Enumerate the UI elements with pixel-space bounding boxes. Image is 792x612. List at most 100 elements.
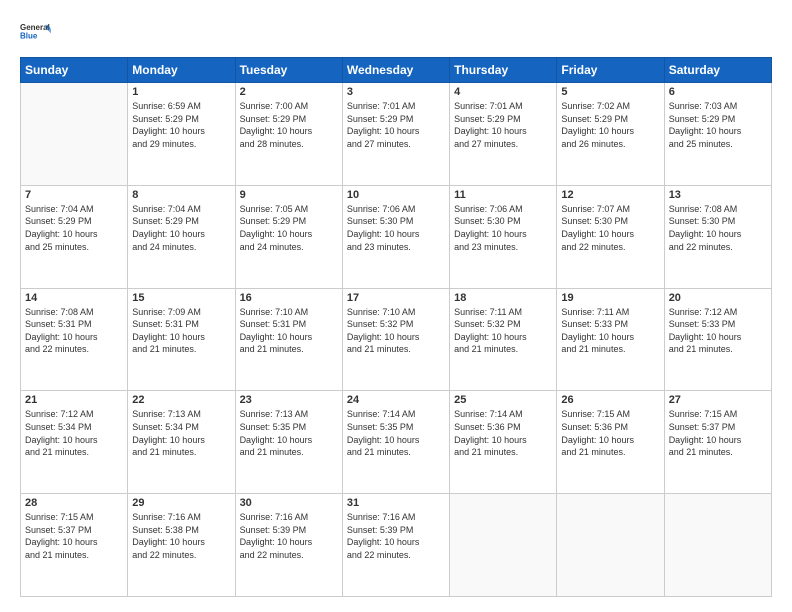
- day-cell: 8 Sunrise: 7:04 AMSunset: 5:29 PMDaylight…: [128, 185, 235, 288]
- day-info: Sunrise: 7:14 AMSunset: 5:35 PMDaylight:…: [347, 408, 445, 458]
- day-cell: 29Sunrise: 7:16 AMSunset: 5:38 PMDayligh…: [128, 494, 235, 597]
- day-cell: 20 Sunrise: 7:12 AMSunset: 5:33 PMDayligh…: [664, 288, 771, 391]
- day-cell: 22Sunrise: 7:13 AMSunset: 5:34 PMDayligh…: [128, 391, 235, 494]
- day-cell: 9Sunrise: 7:05 AMSunset: 5:29 PMDaylight…: [235, 185, 342, 288]
- day-info: Sunrise: 7:10 AMSunset: 5:31 PMDaylight:…: [240, 306, 338, 356]
- day-cell: 16Sunrise: 7:10 AMSunset: 5:31 PMDayligh…: [235, 288, 342, 391]
- week-row-3: 21Sunrise: 7:12 AMSunset: 5:34 PMDayligh…: [21, 391, 772, 494]
- day-cell: 13 Sunrise: 7:08 AMSunset: 5:30 PMDayligh…: [664, 185, 771, 288]
- logo: General Blue: [20, 15, 52, 47]
- day-number: 24: [347, 394, 445, 406]
- day-number: 20: [669, 292, 767, 304]
- day-cell: 15 Sunrise: 7:09 AMSunset: 5:31 PMDayligh…: [128, 288, 235, 391]
- header-wednesday: Wednesday: [342, 58, 449, 83]
- day-cell: 26 Sunrise: 7:15 AMSunset: 5:36 PMDayligh…: [557, 391, 664, 494]
- day-cell: 23 Sunrise: 7:13 AMSunset: 5:35 PMDayligh…: [235, 391, 342, 494]
- day-cell: [557, 494, 664, 597]
- day-cell: 2Sunrise: 7:00 AMSunset: 5:29 PMDaylight…: [235, 83, 342, 186]
- day-cell: 21Sunrise: 7:12 AMSunset: 5:34 PMDayligh…: [21, 391, 128, 494]
- logo-svg: General Blue: [20, 15, 52, 47]
- day-cell: 4 Sunrise: 7:01 AMSunset: 5:29 PMDaylight…: [450, 83, 557, 186]
- day-cell: 11 Sunrise: 7:06 AMSunset: 5:30 PMDayligh…: [450, 185, 557, 288]
- day-number: 28: [25, 497, 123, 509]
- day-info: Sunrise: 7:15 AMSunset: 5:36 PMDaylight:…: [561, 408, 659, 458]
- day-number: 25: [454, 394, 552, 406]
- day-info: Sunrise: 7:12 AMSunset: 5:34 PMDaylight:…: [25, 408, 123, 458]
- day-cell: 3 Sunrise: 7:01 AMSunset: 5:29 PMDaylight…: [342, 83, 449, 186]
- day-number: 15: [132, 292, 230, 304]
- day-number: 30: [240, 497, 338, 509]
- day-cell: 7Sunrise: 7:04 AMSunset: 5:29 PMDaylight…: [21, 185, 128, 288]
- day-number: 6: [669, 86, 767, 98]
- day-cell: 31Sunrise: 7:16 AMSunset: 5:39 PMDayligh…: [342, 494, 449, 597]
- day-info: Sunrise: 7:06 AMSunset: 5:30 PMDaylight:…: [454, 203, 552, 253]
- header-friday: Friday: [557, 58, 664, 83]
- day-cell: 25 Sunrise: 7:14 AMSunset: 5:36 PMDayligh…: [450, 391, 557, 494]
- calendar-header-row: SundayMondayTuesdayWednesdayThursdayFrid…: [21, 58, 772, 83]
- day-cell: 28 Sunrise: 7:15 AMSunset: 5:37 PMDayligh…: [21, 494, 128, 597]
- day-cell: 14 Sunrise: 7:08 AMSunset: 5:31 PMDayligh…: [21, 288, 128, 391]
- page: General Blue SundayMondayTuesdayWednesda…: [0, 0, 792, 612]
- day-info: Sunrise: 7:01 AMSunset: 5:29 PMDaylight:…: [347, 100, 445, 150]
- day-info: Sunrise: 7:06 AMSunset: 5:30 PMDaylight:…: [347, 203, 445, 253]
- day-number: 31: [347, 497, 445, 509]
- day-info: Sunrise: 7:11 AMSunset: 5:32 PMDaylight:…: [454, 306, 552, 356]
- header: General Blue: [20, 15, 772, 47]
- day-number: 19: [561, 292, 659, 304]
- day-info: Sunrise: 7:16 AMSunset: 5:39 PMDaylight:…: [240, 511, 338, 561]
- day-info: Sunrise: 7:15 AMSunset: 5:37 PMDaylight:…: [25, 511, 123, 561]
- day-info: Sunrise: 7:03 AMSunset: 5:29 PMDaylight:…: [669, 100, 767, 150]
- day-number: 12: [561, 189, 659, 201]
- header-monday: Monday: [128, 58, 235, 83]
- day-cell: 19 Sunrise: 7:11 AMSunset: 5:33 PMDayligh…: [557, 288, 664, 391]
- calendar-table: SundayMondayTuesdayWednesdayThursdayFrid…: [20, 57, 772, 597]
- day-info: Sunrise: 7:02 AMSunset: 5:29 PMDaylight:…: [561, 100, 659, 150]
- day-cell: 10 Sunrise: 7:06 AMSunset: 5:30 PMDayligh…: [342, 185, 449, 288]
- day-info: Sunrise: 7:11 AMSunset: 5:33 PMDaylight:…: [561, 306, 659, 356]
- header-thursday: Thursday: [450, 58, 557, 83]
- day-cell: 6 Sunrise: 7:03 AMSunset: 5:29 PMDaylight…: [664, 83, 771, 186]
- day-number: 10: [347, 189, 445, 201]
- day-info: Sunrise: 7:08 AMSunset: 5:31 PMDaylight:…: [25, 306, 123, 356]
- day-number: 29: [132, 497, 230, 509]
- day-cell: [21, 83, 128, 186]
- day-cell: 24 Sunrise: 7:14 AMSunset: 5:35 PMDayligh…: [342, 391, 449, 494]
- day-info: Sunrise: 7:13 AMSunset: 5:35 PMDaylight:…: [240, 408, 338, 458]
- week-row-4: 28 Sunrise: 7:15 AMSunset: 5:37 PMDayligh…: [21, 494, 772, 597]
- day-number: 4: [454, 86, 552, 98]
- day-number: 23: [240, 394, 338, 406]
- day-cell: 18Sunrise: 7:11 AMSunset: 5:32 PMDayligh…: [450, 288, 557, 391]
- day-number: 1: [132, 86, 230, 98]
- day-number: 26: [561, 394, 659, 406]
- header-saturday: Saturday: [664, 58, 771, 83]
- day-number: 11: [454, 189, 552, 201]
- header-tuesday: Tuesday: [235, 58, 342, 83]
- day-number: 3: [347, 86, 445, 98]
- day-number: 13: [669, 189, 767, 201]
- day-cell: 1 Sunrise: 6:59 AMSunset: 5:29 PMDaylight…: [128, 83, 235, 186]
- day-info: Sunrise: 7:05 AMSunset: 5:29 PMDaylight:…: [240, 203, 338, 253]
- day-cell: 17Sunrise: 7:10 AMSunset: 5:32 PMDayligh…: [342, 288, 449, 391]
- day-info: Sunrise: 7:13 AMSunset: 5:34 PMDaylight:…: [132, 408, 230, 458]
- svg-text:Blue: Blue: [20, 32, 38, 41]
- week-row-1: 7Sunrise: 7:04 AMSunset: 5:29 PMDaylight…: [21, 185, 772, 288]
- day-cell: 30 Sunrise: 7:16 AMSunset: 5:39 PMDayligh…: [235, 494, 342, 597]
- day-info: Sunrise: 7:09 AMSunset: 5:31 PMDaylight:…: [132, 306, 230, 356]
- header-sunday: Sunday: [21, 58, 128, 83]
- day-cell: [450, 494, 557, 597]
- day-info: Sunrise: 7:12 AMSunset: 5:33 PMDaylight:…: [669, 306, 767, 356]
- day-info: Sunrise: 7:14 AMSunset: 5:36 PMDaylight:…: [454, 408, 552, 458]
- day-number: 5: [561, 86, 659, 98]
- day-number: 14: [25, 292, 123, 304]
- day-info: Sunrise: 7:04 AMSunset: 5:29 PMDaylight:…: [132, 203, 230, 253]
- week-row-2: 14 Sunrise: 7:08 AMSunset: 5:31 PMDayligh…: [21, 288, 772, 391]
- day-cell: 27Sunrise: 7:15 AMSunset: 5:37 PMDayligh…: [664, 391, 771, 494]
- day-number: 8: [132, 189, 230, 201]
- week-row-0: 1 Sunrise: 6:59 AMSunset: 5:29 PMDaylight…: [21, 83, 772, 186]
- day-cell: [664, 494, 771, 597]
- day-info: Sunrise: 6:59 AMSunset: 5:29 PMDaylight:…: [132, 100, 230, 150]
- day-info: Sunrise: 7:01 AMSunset: 5:29 PMDaylight:…: [454, 100, 552, 150]
- day-cell: 12Sunrise: 7:07 AMSunset: 5:30 PMDayligh…: [557, 185, 664, 288]
- day-number: 17: [347, 292, 445, 304]
- day-info: Sunrise: 7:08 AMSunset: 5:30 PMDaylight:…: [669, 203, 767, 253]
